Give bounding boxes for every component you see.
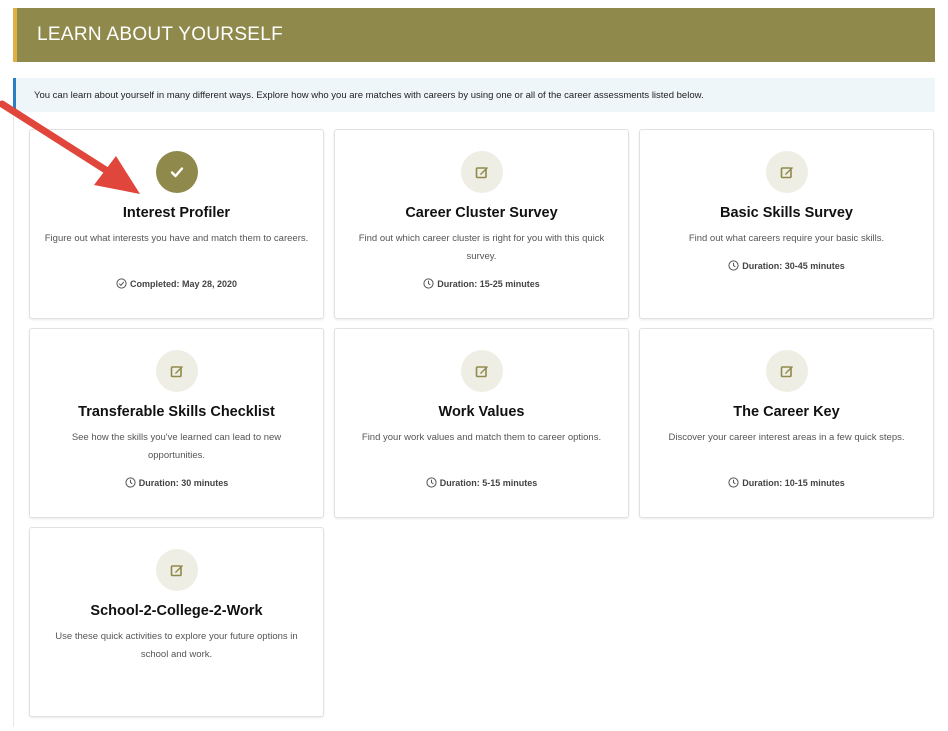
- card-school-2-college-2-work[interactable]: School-2-College-2-Work Use these quick …: [29, 527, 324, 717]
- edit-icon: [460, 350, 503, 392]
- card-status-text: Duration: 30 minutes: [138, 477, 229, 488]
- card-title: Work Values: [438, 404, 525, 420]
- card-description: Find out what careers require your basic…: [688, 233, 885, 244]
- edit-icon: [460, 151, 503, 193]
- clock-icon: [426, 477, 437, 488]
- card-status-text: Duration: 30-45 minutes: [742, 260, 845, 271]
- edit-icon: [765, 151, 808, 193]
- card-status-text: Duration: 5-15 minutes: [439, 477, 538, 488]
- check-icon: [155, 151, 198, 193]
- card-interest-profiler[interactable]: Interest Profiler Figure out what intere…: [29, 129, 324, 319]
- clock-icon: [728, 477, 739, 488]
- clock-icon: [423, 278, 434, 289]
- intro-banner: You can learn about yourself in many dif…: [13, 78, 935, 112]
- clock-icon: [125, 477, 136, 488]
- card-status: Completed: May 28, 2020: [30, 278, 323, 289]
- clock-icon: [728, 260, 739, 271]
- card-status-text: Duration: 15-25 minutes: [437, 278, 540, 289]
- card-title: Career Cluster Survey: [405, 205, 558, 221]
- card-status: Duration: 15-25 minutes: [335, 278, 628, 289]
- card-description: Discover your career interest areas in a…: [668, 432, 905, 443]
- card-title: Basic Skills Survey: [720, 205, 853, 221]
- card-title: Transferable Skills Checklist: [78, 404, 275, 420]
- intro-text: You can learn about yourself in many dif…: [34, 89, 704, 101]
- card-basic-skills-survey[interactable]: Basic Skills Survey Find out what career…: [639, 129, 934, 319]
- section-header: LEARN ABOUT YOURSELF: [13, 8, 935, 62]
- card-work-values[interactable]: Work Values Find your work values and ma…: [334, 328, 629, 518]
- card-status: Duration: 30 minutes: [30, 477, 323, 488]
- card-career-cluster-survey[interactable]: Career Cluster Survey Find out which car…: [334, 129, 629, 319]
- card-status-text: Duration: 10-15 minutes: [742, 477, 845, 488]
- card-the-career-key[interactable]: The Career Key Discover your career inte…: [639, 328, 934, 518]
- card-title: The Career Key: [733, 404, 840, 420]
- edit-icon: [155, 549, 198, 591]
- edit-icon: [155, 350, 198, 392]
- section-title: LEARN ABOUT YOURSELF: [37, 24, 284, 45]
- card-title: School-2-College-2-Work: [90, 603, 263, 619]
- card-transferable-skills-checklist[interactable]: Transferable Skills Checklist See how th…: [29, 328, 324, 518]
- edit-icon: [765, 350, 808, 392]
- content-divider: [13, 112, 14, 727]
- card-description: Use these quick activities to explore yo…: [55, 631, 298, 660]
- card-title: Interest Profiler: [122, 205, 231, 221]
- card-status: Duration: 30-45 minutes: [640, 260, 933, 271]
- card-description: Figure out what interests you have and m…: [44, 233, 309, 244]
- card-description: See how the skills you've learned can le…: [71, 432, 282, 461]
- card-status-text: Completed: May 28, 2020: [129, 278, 238, 289]
- card-status: Duration: 5-15 minutes: [335, 477, 628, 488]
- card-description: Find out which career cluster is right f…: [358, 233, 605, 262]
- card-description: Find your work values and match them to …: [361, 432, 602, 443]
- card-status: Duration: 10-15 minutes: [640, 477, 933, 488]
- check-circle-icon: [116, 278, 127, 289]
